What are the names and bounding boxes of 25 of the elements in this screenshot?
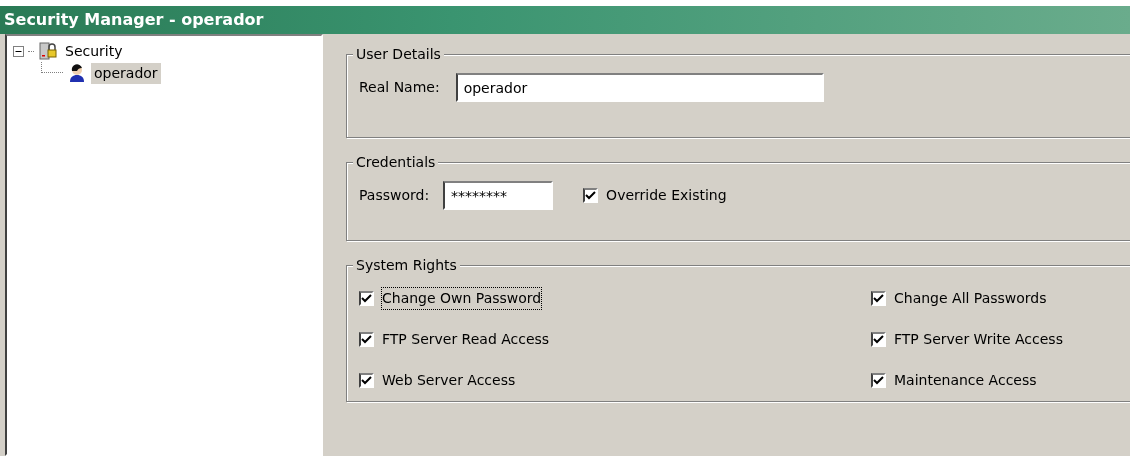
user-icon: [67, 63, 87, 83]
window-title: Security Manager - operador: [0, 6, 1130, 34]
checkbox-label: Change Own Password: [382, 288, 542, 309]
checkbox[interactable]: [359, 291, 374, 306]
checkbox[interactable]: [359, 373, 374, 388]
checkbox-label: Web Server Access: [382, 371, 516, 390]
tree-item[interactable]: operador: [91, 62, 161, 84]
checkbox-label: FTP Server Read Access: [382, 330, 550, 349]
checkbox-label: Override Existing: [606, 186, 727, 205]
password-field[interactable]: ********: [443, 181, 554, 210]
checkbox-label: Maintenance Access: [894, 371, 1037, 390]
field-label: Real Name:: [359, 78, 440, 97]
checkbox[interactable]: [871, 332, 886, 347]
checkbox[interactable]: [871, 291, 886, 306]
field-label: Password:: [359, 186, 430, 205]
collapse-toggle[interactable]: [13, 45, 24, 57]
text-field[interactable]: operador: [455, 73, 824, 102]
group-title: System Rights: [353, 256, 460, 274]
tree-item[interactable]: Security: [62, 40, 126, 62]
checkbox-label: FTP Server Write Access: [894, 330, 1063, 349]
checkbox-label: Change All Passwords: [894, 289, 1047, 308]
checkbox[interactable]: [359, 332, 374, 347]
server-lock-icon: [38, 41, 58, 61]
checkbox[interactable]: [871, 373, 886, 388]
checkbox[interactable]: [583, 188, 599, 203]
